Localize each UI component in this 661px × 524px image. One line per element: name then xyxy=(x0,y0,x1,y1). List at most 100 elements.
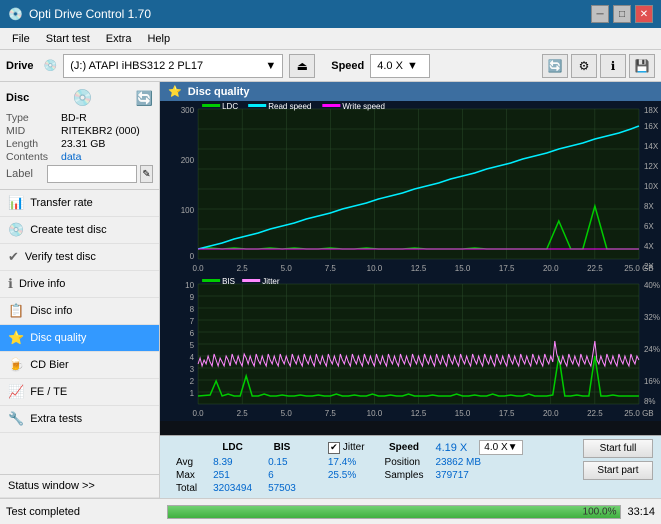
svg-text:LDC: LDC xyxy=(222,102,238,111)
start-part-button[interactable]: Start part xyxy=(583,461,653,480)
nav-fe-te[interactable]: 📈 FE / TE xyxy=(0,379,159,406)
toolbar-icons: 🔄 ⚙ ℹ 💾 xyxy=(542,54,655,78)
drive-select[interactable]: (J:) ATAPI iHBS312 2 PL17 ▼ xyxy=(63,54,283,78)
fe-te-icon: 📈 xyxy=(8,384,24,400)
svg-text:2.5: 2.5 xyxy=(237,264,249,273)
nav-transfer-rate-label: Transfer rate xyxy=(30,197,93,209)
max-jitter: 25.5% xyxy=(320,469,373,482)
svg-text:18X: 18X xyxy=(644,106,659,115)
speed-dropdown[interactable]: 4.0 X ▼ xyxy=(479,440,522,455)
svg-text:1: 1 xyxy=(190,389,195,398)
create-test-icon: 💿 xyxy=(8,222,24,238)
disc-quality-title: Disc quality xyxy=(188,86,250,98)
svg-text:22.5: 22.5 xyxy=(587,409,603,418)
status-text: Test completed xyxy=(6,506,161,518)
status-bar: Test completed 100.0% 33:14 xyxy=(0,498,661,524)
nav-disc-quality[interactable]: ⭐ Disc quality xyxy=(0,325,159,352)
svg-text:3: 3 xyxy=(190,365,195,374)
svg-text:10X: 10X xyxy=(644,182,659,191)
drive-toolbar: Drive 💿 (J:) ATAPI iHBS312 2 PL17 ▼ ⏏ Sp… xyxy=(0,50,661,82)
total-label: Total xyxy=(168,482,205,495)
speed-select[interactable]: 4.0 X ▼ xyxy=(370,54,430,78)
svg-text:300: 300 xyxy=(181,106,195,115)
svg-text:2: 2 xyxy=(190,377,195,386)
svg-text:9: 9 xyxy=(190,293,195,302)
nav-items: 📊 Transfer rate 💿 Create test disc ✔ Ver… xyxy=(0,190,159,474)
svg-text:22.5: 22.5 xyxy=(587,264,603,273)
cd-bier-icon: 🍺 xyxy=(8,357,24,373)
speed-col-header: Speed xyxy=(373,439,432,456)
speed-dropdown-arrow: ▼ xyxy=(407,60,418,72)
title-bar: 💿 Opti Drive Control 1.70 ─ □ ✕ xyxy=(0,0,661,28)
contents-value: data xyxy=(61,151,81,163)
contents-label: Contents xyxy=(6,151,61,163)
svg-text:4X: 4X xyxy=(644,242,654,251)
length-label: Length xyxy=(6,138,61,150)
svg-text:16X: 16X xyxy=(644,122,659,131)
svg-text:BIS: BIS xyxy=(222,277,235,286)
nav-disc-info-label: Disc info xyxy=(30,305,72,317)
stats-panel: LDC BIS ✔ Jitter Speed 4.19 X xyxy=(160,435,661,498)
drive-info-icon: ℹ xyxy=(8,276,13,292)
svg-text:32%: 32% xyxy=(644,313,660,322)
svg-text:20.0: 20.0 xyxy=(543,264,559,273)
disc-label-row: Label ✎ xyxy=(6,165,153,183)
svg-text:0: 0 xyxy=(190,252,195,261)
nav-status-window[interactable]: Status window >> xyxy=(0,474,159,498)
menu-extra[interactable]: Extra xyxy=(98,31,140,47)
status-time: 33:14 xyxy=(627,506,655,518)
progress-percent: 100.0% xyxy=(583,506,617,517)
mid-label: MID xyxy=(6,125,61,137)
svg-text:100: 100 xyxy=(181,206,195,215)
info-button[interactable]: ℹ xyxy=(600,54,626,78)
nav-drive-info-label: Drive info xyxy=(19,278,65,290)
mid-value: RITEKBR2 (000) xyxy=(61,125,140,137)
refresh-button[interactable]: 🔄 xyxy=(542,54,568,78)
nav-transfer-rate[interactable]: 📊 Transfer rate xyxy=(0,190,159,217)
bottom-chart-wrapper: 10 9 8 7 6 5 4 3 2 1 40% 32% 24% 16% 8% xyxy=(160,276,661,421)
svg-text:6X: 6X xyxy=(644,222,654,231)
svg-text:8X: 8X xyxy=(644,202,654,211)
close-button[interactable]: ✕ xyxy=(635,5,653,23)
eject-button[interactable]: ⏏ xyxy=(289,54,315,78)
drive-disc-icon: 💿 xyxy=(44,59,58,72)
svg-text:Jitter: Jitter xyxy=(262,277,280,286)
total-ldc: 3203494 xyxy=(205,482,260,495)
nav-create-test-disc[interactable]: 💿 Create test disc xyxy=(0,217,159,244)
avg-jitter: 17.4% xyxy=(320,456,373,469)
main-content: Disc 💿 🔄 Type BD-R MID RITEKBR2 (000) Le… xyxy=(0,82,661,498)
nav-extra-tests[interactable]: 🔧 Extra tests xyxy=(0,406,159,433)
settings-button[interactable]: ⚙ xyxy=(571,54,597,78)
nav-disc-info[interactable]: 📋 Disc info xyxy=(0,298,159,325)
label-input[interactable] xyxy=(47,165,137,183)
menu-file[interactable]: File xyxy=(4,31,38,47)
disc-refresh-icon[interactable]: 🔄 xyxy=(136,90,153,107)
stats-table: LDC BIS ✔ Jitter Speed 4.19 X xyxy=(168,439,531,495)
maximize-button[interactable]: □ xyxy=(613,5,631,23)
nav-cd-bier-label: CD Bier xyxy=(30,359,69,371)
max-ldc: 251 xyxy=(205,469,260,482)
label-edit-button[interactable]: ✎ xyxy=(140,165,153,183)
label-field-label: Label xyxy=(6,168,44,180)
samples-value: 379717 xyxy=(431,469,530,482)
title-bar-left: 💿 Opti Drive Control 1.70 xyxy=(8,7,151,21)
start-full-button[interactable]: Start full xyxy=(583,439,653,458)
save-button[interactable]: 💾 xyxy=(629,54,655,78)
total-bis: 57503 xyxy=(260,482,304,495)
menu-start-test[interactable]: Start test xyxy=(38,31,98,47)
disc-quality-header: ⭐ Disc quality xyxy=(160,82,661,101)
svg-text:15.0: 15.0 xyxy=(455,409,471,418)
disc-info-icon: 📋 xyxy=(8,303,24,319)
nav-extra-tests-label: Extra tests xyxy=(30,413,82,425)
nav-drive-info[interactable]: ℹ Drive info xyxy=(0,271,159,298)
svg-text:16%: 16% xyxy=(644,377,660,386)
svg-text:10: 10 xyxy=(185,281,194,290)
speed-label: Speed xyxy=(331,60,364,72)
nav-cd-bier[interactable]: 🍺 CD Bier xyxy=(0,352,159,379)
speed-value: 4.19 X xyxy=(435,442,467,454)
nav-verify-test-disc[interactable]: ✔ Verify test disc xyxy=(0,244,159,271)
minimize-button[interactable]: ─ xyxy=(591,5,609,23)
top-chart-wrapper: 300 200 100 0 18X 16X 14X 12X 10X 8X 6X … xyxy=(160,101,661,276)
menu-help[interactable]: Help xyxy=(139,31,178,47)
jitter-checkbox[interactable]: ✔ xyxy=(328,442,340,454)
